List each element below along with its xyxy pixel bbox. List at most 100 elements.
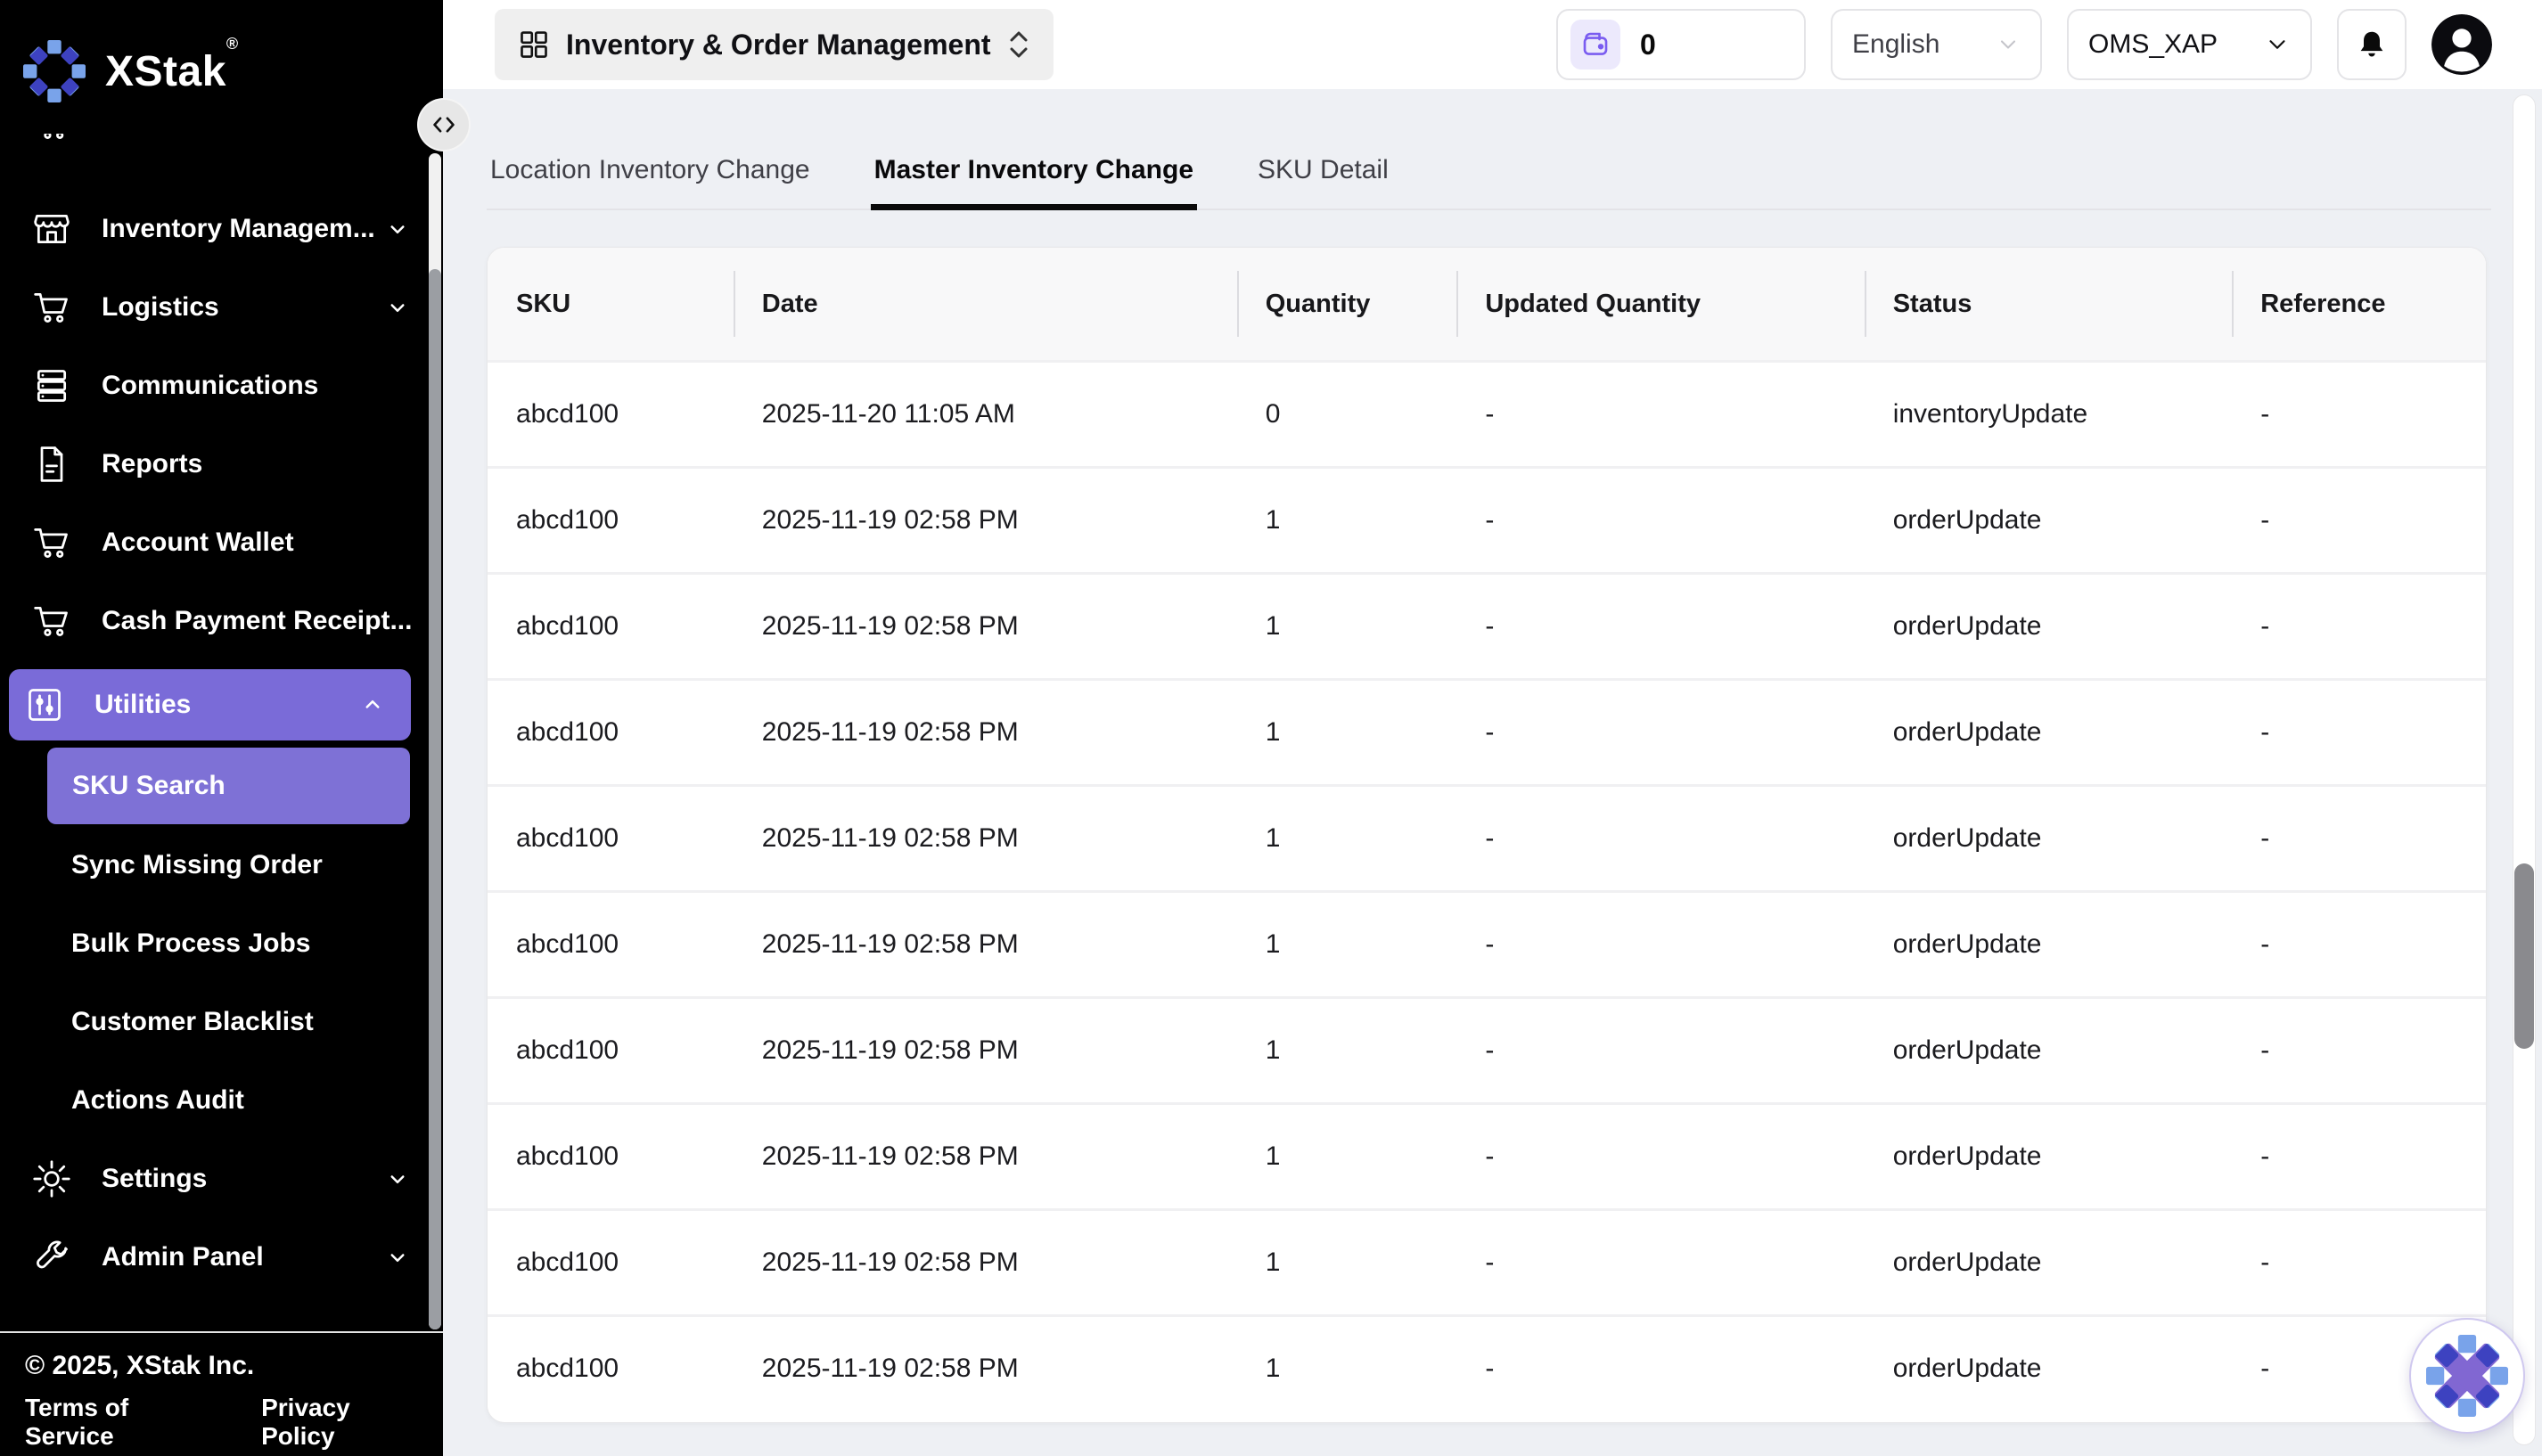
table-cell: orderUpdate — [1865, 717, 2233, 748]
app-selector-button[interactable]: Inventory & Order Management — [495, 9, 1054, 80]
sidebar-item-admin-panel[interactable]: Admin Panel — [0, 1218, 443, 1296]
sidebar-subitem-label: SKU Search — [72, 771, 226, 801]
bell-icon — [2356, 29, 2388, 61]
server-icon — [32, 366, 71, 405]
sidebar-subitem-bulk-process-jobs[interactable]: Bulk Process Jobs — [0, 904, 443, 983]
sidebar-item-cash-payment-receipt[interactable]: Cash Payment Receipt... — [0, 582, 443, 660]
table-cell: abcd100 — [488, 1035, 734, 1066]
chevron-down-icon — [384, 1166, 411, 1192]
sidebar-item-label: Utilities — [94, 690, 359, 720]
page-scrollbar-thumb[interactable] — [2514, 863, 2534, 1049]
sidebar-item-orders[interactable]: Orders — [0, 134, 443, 163]
code-chevrons-icon — [429, 110, 459, 140]
sidebar-item-label: Orders — [102, 134, 411, 139]
sidebar-item-label: Reports — [102, 449, 411, 479]
sidebar-item-utilities[interactable]: Utilities — [9, 669, 411, 740]
sidebar-item-label: Admin Panel — [102, 1242, 384, 1272]
column-header: Status — [1865, 248, 2233, 360]
table-cell: 2025-11-19 02:58 PM — [734, 717, 1237, 748]
xstak-floating-badge[interactable] — [2409, 1318, 2525, 1434]
sidebar-item-account-wallet[interactable]: Account Wallet — [0, 503, 443, 582]
table-row: abcd1002025-11-19 02:58 PM1-orderUpdate- — [488, 784, 2486, 890]
wallet-balance-widget[interactable]: 0 — [1556, 9, 1806, 80]
table-cell: - — [2232, 611, 2486, 642]
sidebar-item-label: Cash Payment Receipt... — [102, 606, 411, 636]
sidebar-subitem-label: Customer Blacklist — [71, 1007, 314, 1037]
notifications-button[interactable] — [2337, 9, 2407, 80]
page-scrollbar[interactable] — [2513, 94, 2536, 1445]
table-cell: 1 — [1237, 1035, 1457, 1066]
table-cell: abcd100 — [488, 823, 734, 854]
table-cell: 2025-11-20 11:05 AM — [734, 399, 1237, 429]
chevron-down-icon — [2264, 31, 2291, 58]
sidebar-subitem-sku-search[interactable]: SKU Search — [47, 748, 410, 824]
brand-name: XStak® — [105, 47, 239, 96]
terms-of-service-link[interactable]: Terms of Service — [25, 1394, 209, 1451]
table-cell: orderUpdate — [1865, 1141, 2233, 1172]
sidebar-item-reports[interactable]: Reports — [0, 425, 443, 503]
table-cell: orderUpdate — [1865, 1354, 2233, 1384]
table-cell: orderUpdate — [1865, 611, 2233, 642]
privacy-policy-link[interactable]: Privacy Policy — [261, 1394, 418, 1451]
sidebar-subitem-label: Actions Audit — [71, 1085, 244, 1116]
tab-sku-detail[interactable]: SKU Detail — [1254, 143, 1392, 209]
sidebar-item-label: Logistics — [102, 292, 384, 323]
user-avatar[interactable] — [2431, 14, 2492, 75]
language-value: English — [1852, 29, 1939, 60]
wallet-icon-badge — [1570, 20, 1620, 70]
table-cell: 1 — [1237, 823, 1457, 854]
column-header: Updated Quantity — [1456, 248, 1864, 360]
sidebar-subitem-actions-audit[interactable]: Actions Audit — [0, 1061, 443, 1140]
table-row: abcd1002025-11-19 02:58 PM1-orderUpdate- — [488, 466, 2486, 572]
selector-arrows-icon — [1007, 29, 1030, 60]
sidebar-scrollbar[interactable] — [429, 153, 441, 1329]
table-cell: - — [2232, 717, 2486, 748]
sidebar-item-communications[interactable]: Communications — [0, 347, 443, 425]
sidebar-item-label: Communications — [102, 371, 411, 401]
sidebar-collapse-toggle[interactable] — [419, 100, 469, 150]
sidebar-subitem-customer-blacklist[interactable]: Customer Blacklist — [0, 983, 443, 1061]
table-cell: abcd100 — [488, 505, 734, 536]
table-cell: - — [1456, 399, 1864, 429]
wallet-icon — [1579, 29, 1611, 61]
cart-icon — [32, 601, 71, 641]
sidebar-item-logistics[interactable]: Logistics — [0, 268, 443, 347]
table-cell: 1 — [1237, 1141, 1457, 1172]
table-row: abcd1002025-11-19 02:58 PM1-orderUpdate- — [488, 890, 2486, 996]
sidebar-footer: © 2025, XStak Inc. Terms of Service Priv… — [0, 1331, 443, 1456]
table-cell: 1 — [1237, 611, 1457, 642]
person-icon — [2431, 14, 2492, 75]
wrench-icon — [32, 1238, 71, 1277]
sidebar-subitem-label: Bulk Process Jobs — [71, 928, 310, 959]
table-cell: orderUpdate — [1865, 823, 2233, 854]
table-cell: 2025-11-19 02:58 PM — [734, 505, 1237, 536]
sidebar-subitem-sync-missing-order[interactable]: Sync Missing Order — [0, 826, 443, 904]
table-cell: 2025-11-19 02:58 PM — [734, 1141, 1237, 1172]
sidebar: XStak® Orders Inventory Managem... Logis… — [0, 0, 443, 1456]
table-cell: inventoryUpdate — [1865, 399, 2233, 429]
inventory-change-table: SKUDateQuantityUpdated QuantityStatusRef… — [487, 247, 2487, 1423]
tab-location-inventory-change[interactable]: Location Inventory Change — [487, 143, 814, 209]
wallet-count: 0 — [1640, 29, 1656, 61]
brand-logo[interactable]: XStak® — [0, 0, 443, 116]
table-cell: - — [1456, 1141, 1864, 1172]
sidebar-item-inventory-management[interactable]: Inventory Managem... — [0, 190, 443, 268]
sidebar-item-label: Account Wallet — [102, 528, 411, 558]
sidebar-item-settings[interactable]: Settings — [0, 1140, 443, 1218]
table-body: abcd1002025-11-20 11:05 AM0-inventoryUpd… — [488, 360, 2486, 1420]
chevron-down-icon — [384, 294, 411, 321]
language-select[interactable]: English — [1831, 9, 2042, 80]
cart-icon — [32, 288, 71, 327]
tab-master-inventory-change[interactable]: Master Inventory Change — [871, 143, 1197, 210]
table-cell: - — [1456, 823, 1864, 854]
table-cell: 1 — [1237, 505, 1457, 536]
table-cell: 2025-11-19 02:58 PM — [734, 1035, 1237, 1066]
tenant-select[interactable]: OMS_XAP — [2067, 9, 2312, 80]
table-cell: - — [1456, 611, 1864, 642]
table-cell: - — [2232, 823, 2486, 854]
sidebar-scrollbar-thumb[interactable] — [429, 269, 441, 1329]
table-cell: 2025-11-19 02:58 PM — [734, 929, 1237, 960]
table-cell: abcd100 — [488, 611, 734, 642]
table-cell: 2025-11-19 02:58 PM — [734, 1354, 1237, 1384]
table-cell: - — [1456, 717, 1864, 748]
